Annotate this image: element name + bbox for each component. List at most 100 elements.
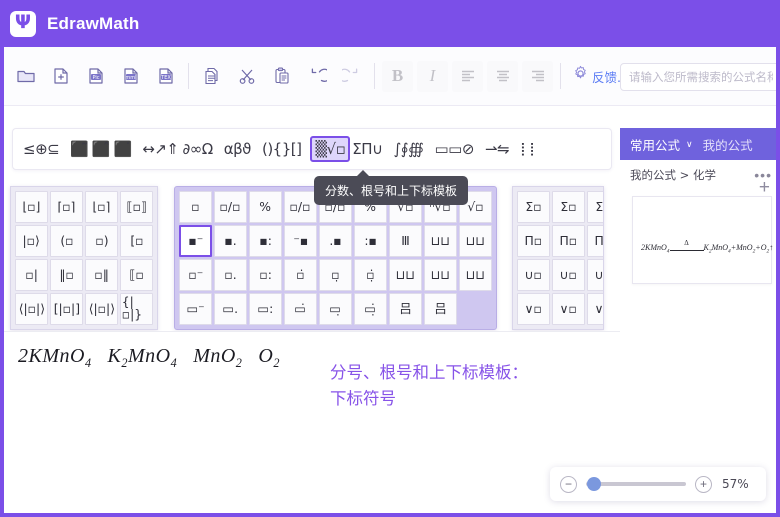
new-document-button[interactable] <box>45 61 76 92</box>
search-input[interactable] <box>620 62 776 91</box>
template-cell[interactable]: ▫) <box>85 225 118 257</box>
formula-expression[interactable]: 2KMnO4 K2MnO4 MnO2 O2 <box>18 345 280 371</box>
template-cell[interactable]: Σ▫ <box>587 191 603 223</box>
template-cell[interactable]: ▫ <box>179 191 212 223</box>
template-cell[interactable]: ⊔⊔ <box>459 225 492 257</box>
template-cell[interactable]: ∨▫ <box>587 293 603 325</box>
template-cell[interactable]: ▪⁻ <box>179 225 212 257</box>
big-operators-group[interactable]: ΣΠ∪ <box>350 134 384 164</box>
template-cell[interactable]: ⟦▫ <box>120 259 153 291</box>
template-cell[interactable]: % <box>249 191 282 223</box>
template-cell[interactable]: [|▫|] <box>50 293 83 325</box>
misc-operators-group[interactable]: ∂∞Ω <box>181 134 215 164</box>
export-mml-button[interactable]: mml <box>115 61 146 92</box>
template-cell[interactable]: ⊔⊔ <box>459 259 492 291</box>
template-cell[interactable]: :▪ <box>354 225 387 257</box>
align-center-button[interactable] <box>487 60 518 92</box>
chevron-down-icon[interactable]: ∨ <box>686 139 693 150</box>
breadcrumb[interactable]: 我的公式 > 化学 <box>630 167 716 183</box>
template-cell[interactable]: ⊔⊔ <box>424 259 457 291</box>
copy-button[interactable] <box>196 61 227 92</box>
arrows-group[interactable]: ↔↗⇑ <box>140 134 180 164</box>
template-cell[interactable]: ∪▫ <box>587 259 603 291</box>
template-cell[interactable]: Σ▫ <box>517 191 550 223</box>
template-cell[interactable]: [▫ <box>120 225 153 257</box>
template-cell[interactable]: (▫ <box>50 225 83 257</box>
template-cell[interactable]: ⟨|▫|⟩ <box>15 293 48 325</box>
formula-thumbnail-card[interactable]: 2KMnO4 Δ K2MnO4+MnO2+O2↑ <box>632 196 773 284</box>
open-folder-button[interactable] <box>10 61 41 92</box>
template-cell[interactable]: ▫. <box>214 259 247 291</box>
greek-lowercase-group[interactable]: αβϑ <box>222 134 253 164</box>
template-cell[interactable]: ▫/▫ <box>214 191 247 223</box>
template-cell[interactable]: ▫̣ <box>319 259 352 291</box>
template-cell[interactable]: ⌊▫⌋ <box>15 191 48 223</box>
template-cell[interactable]: ⊔⊔ <box>389 259 422 291</box>
template-cell[interactable]: ⊔⊔ <box>424 225 457 257</box>
template-cell[interactable]: .▪ <box>319 225 352 257</box>
template-cell[interactable]: ⟨|▫|⟩ <box>85 293 118 325</box>
template-cell[interactable]: ▭̣̇ <box>354 293 387 325</box>
template-cell[interactable]: ▫/▫ <box>284 191 317 223</box>
template-cell[interactable]: ▫‖ <box>85 259 118 291</box>
template-cell[interactable]: 吕 <box>389 293 422 325</box>
relations-symbols-group[interactable]: ≤⊕⊆ <box>21 134 61 164</box>
template-cell[interactable]: |▫⟩ <box>15 225 48 257</box>
feedback-button[interactable]: 反馈.. <box>572 65 625 87</box>
export-tex-button[interactable]: TEX <box>150 61 181 92</box>
template-cell[interactable]: {|▫|} <box>120 293 153 325</box>
plus-icon[interactable]: + <box>695 475 712 493</box>
template-cell[interactable]: Ⅲ <box>389 225 422 257</box>
template-cell[interactable]: Π▫ <box>552 225 585 257</box>
template-cell[interactable]: ▭̣ <box>319 293 352 325</box>
overbar-underbar-group[interactable]: ▭▭⊘ <box>432 134 475 164</box>
undo-button[interactable] <box>301 61 332 92</box>
matrix-group[interactable]: ⡇⡇ <box>518 134 540 164</box>
accent-hat-group[interactable]: ⬛̃ <box>68 134 90 164</box>
export-pic-button[interactable]: Pic <box>80 61 111 92</box>
template-cell[interactable]: Σ▫ <box>552 191 585 223</box>
template-cell[interactable]: ⁻▪ <box>284 225 317 257</box>
template-cell[interactable]: ∨▫ <box>552 293 585 325</box>
brackets-group[interactable]: (){}[] <box>260 134 304 164</box>
bold-button[interactable]: B <box>382 60 413 92</box>
template-cell[interactable]: ▭̇ <box>284 293 317 325</box>
fraction-radical-script-group[interactable]: ▒√▫ <box>310 136 351 162</box>
paste-clipboard-button[interactable] <box>266 61 297 92</box>
labeled-arrows-group[interactable]: ⇀⇋ <box>483 134 511 164</box>
template-cell[interactable]: 吕 <box>424 293 457 325</box>
align-left-button[interactable] <box>452 60 483 92</box>
template-cell[interactable]: ▫̣̇ <box>354 259 387 291</box>
template-cell[interactable]: ▭: <box>249 293 282 325</box>
template-cell[interactable]: ▭. <box>214 293 247 325</box>
template-cell[interactable]: ⌊▫⌉ <box>85 191 118 223</box>
integrals-group[interactable]: ∫∮∰ <box>391 134 425 164</box>
template-cell[interactable]: ⌈▫⌉ <box>50 191 83 223</box>
template-cell[interactable]: ‖▫ <box>50 259 83 291</box>
template-cell[interactable]: ▫⁻ <box>179 259 212 291</box>
align-right-button[interactable] <box>522 60 553 92</box>
zoom-slider-thumb[interactable] <box>587 477 601 491</box>
template-cell[interactable]: ⟦▫⟧ <box>120 191 153 223</box>
scissors-cut-button[interactable] <box>231 61 262 92</box>
template-cell[interactable]: Π▫ <box>517 225 550 257</box>
accent-dot-group[interactable]: ⬛̇ <box>112 134 134 164</box>
minus-icon[interactable]: − <box>560 475 577 493</box>
template-cell[interactable]: ∨▫ <box>517 293 550 325</box>
zoom-slider-track[interactable] <box>586 477 686 491</box>
template-cell[interactable]: ▪. <box>214 225 247 257</box>
template-cell[interactable]: ▭⁻ <box>179 293 212 325</box>
accent-caret-group[interactable]: ⬛̂ <box>90 134 112 164</box>
template-cell[interactable]: ▫: <box>249 259 282 291</box>
template-cell[interactable]: ∪▫ <box>552 259 585 291</box>
tab-common-formulas[interactable]: 常用公式 <box>630 135 680 154</box>
template-cell[interactable]: ▫̇ <box>284 259 317 291</box>
redo-button[interactable] <box>336 61 367 92</box>
template-cell[interactable]: ∪▫ <box>517 259 550 291</box>
template-cell[interactable]: ▪: <box>249 225 282 257</box>
italic-button[interactable]: I <box>417 60 448 92</box>
plus-icon[interactable]: + <box>759 178 770 197</box>
tab-my-formulas[interactable]: 我的公式 <box>703 135 753 154</box>
template-cell[interactable]: Π▫ <box>587 225 603 257</box>
template-cell[interactable]: ▫| <box>15 259 48 291</box>
